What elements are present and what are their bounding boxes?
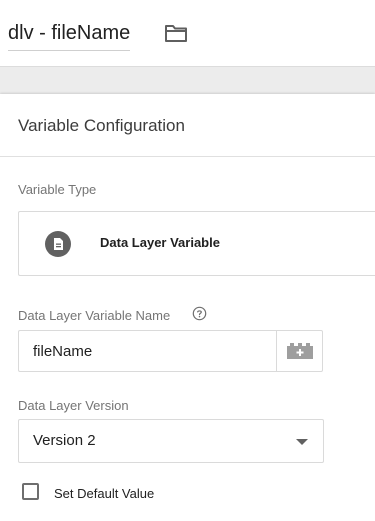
section-title: Variable Configuration: [18, 116, 185, 135]
data-layer-version-value: Version 2: [33, 432, 96, 449]
variable-picker-button[interactable]: [276, 330, 323, 372]
variable-name-title[interactable]: dlv - fileName: [8, 20, 131, 51]
variable-type-label: Variable Type: [18, 182, 97, 197]
variable-type-name: Data Layer Variable: [100, 235, 220, 250]
data-layer-version-select[interactable]: Version 2: [18, 419, 324, 463]
header-spacer: [0, 67, 375, 94]
data-layer-variable-name-label: Data Layer Variable Name: [18, 308, 171, 323]
variable-type-selector[interactable]: Data Layer Variable: [18, 211, 375, 276]
set-default-value-checkbox[interactable]: [22, 483, 39, 500]
document-icon: [45, 231, 71, 257]
set-default-value-label[interactable]: Set Default Value: [54, 486, 154, 501]
data-layer-variable-name-input[interactable]: [18, 330, 276, 372]
folder-icon[interactable]: [164, 22, 188, 44]
variable-configuration-card: Variable Configuration Variable Type Dat…: [0, 94, 375, 521]
variable-picker-icon: [287, 343, 313, 359]
dropdown-caret-icon: [296, 439, 308, 445]
help-icon[interactable]: [192, 306, 207, 321]
section-divider: [0, 156, 375, 157]
page-header: dlv - fileName: [0, 0, 375, 67]
data-layer-version-label: Data Layer Version: [18, 398, 129, 413]
